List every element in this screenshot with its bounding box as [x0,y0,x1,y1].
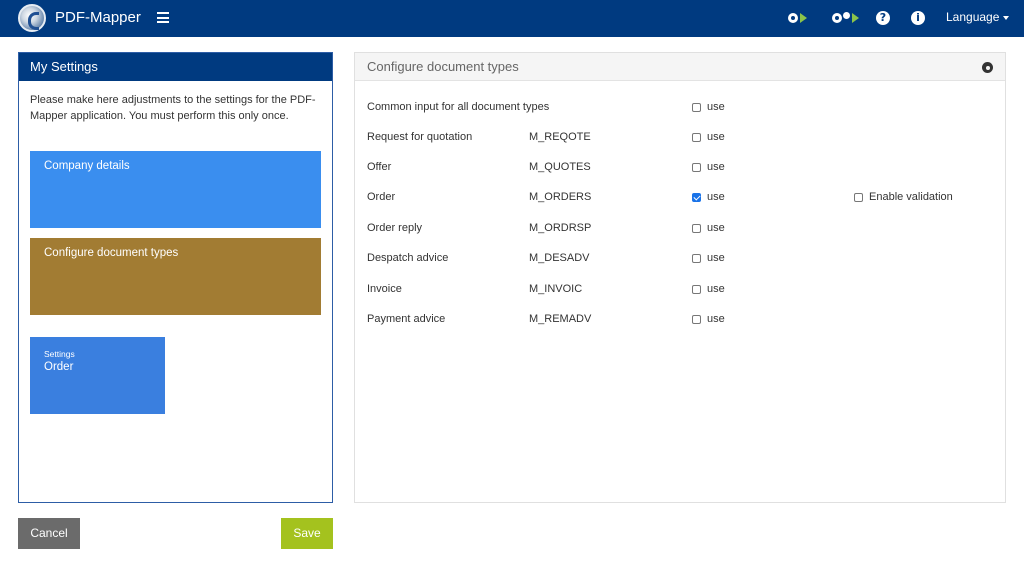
use-checkbox[interactable] [692,163,701,172]
doc-type-row-despatch-advice: Despatch advice M_DESADV use [367,252,997,268]
doc-type-row-offer: Offer M_QUOTES use [367,161,997,177]
doc-type-name: Common input for all document types [367,101,550,113]
use-label: use [707,161,725,173]
use-checkbox[interactable] [692,224,701,233]
save-button[interactable]: Save [281,518,333,549]
use-label: use [707,283,725,295]
doc-type-code: M_DESADV [529,252,590,264]
gear-play-icon[interactable] [788,10,807,26]
doc-type-code: M_REQOTE [529,131,591,143]
my-settings-title: My Settings [19,53,332,81]
app-logo-icon[interactable] [18,4,46,32]
use-label: use [707,313,725,325]
caret-down-icon [1003,15,1010,20]
language-dropdown[interactable]: Language [946,10,1010,24]
doc-type-row-invoice: Invoice M_INVOIC use [367,283,997,299]
use-label: use [707,191,725,203]
doc-type-name: Request for quotation [367,131,473,143]
cancel-button[interactable]: Cancel [18,518,80,549]
configure-document-types-title: Configure document types [355,53,1005,81]
use-label: use [707,252,725,264]
info-icon[interactable]: i [911,10,925,26]
doc-type-row-common: Common input for all document types use [367,101,997,117]
gears-play-icon[interactable] [832,10,859,26]
company-details-tile[interactable]: Company details [30,151,321,228]
use-label: use [707,101,725,113]
enable-validation-label: Enable validation [869,191,953,203]
top-navbar: PDF-Mapper ? i Language [0,0,1024,37]
configure-document-types-label: Configure document types [44,247,179,259]
configure-document-types-panel: Configure document types Common input fo… [354,52,1006,503]
doc-type-row-order-reply: Order reply M_ORDRSP use [367,222,997,238]
doc-type-name: Despatch advice [367,252,449,264]
use-label: use [707,131,725,143]
use-checkbox[interactable] [692,285,701,294]
company-details-label: Company details [44,160,130,172]
use-checkbox[interactable] [692,254,701,263]
app-title[interactable]: PDF-Mapper [55,9,141,26]
doc-type-row-order: Order M_ORDERS use Enable validation [367,191,997,207]
language-label: Language [946,10,1000,24]
settings-gear-icon[interactable] [982,62,993,73]
hamburger-menu-icon[interactable] [157,12,169,23]
use-checkbox[interactable] [692,193,701,202]
doc-type-row-payment-advice: Payment advice M_REMADV use [367,313,997,329]
doc-type-code: M_ORDRSP [529,222,592,234]
settings-tile-caption: Settings [44,349,75,359]
doc-type-code: M_ORDERS [529,191,592,203]
use-checkbox[interactable] [692,103,701,112]
use-checkbox[interactable] [692,133,701,142]
doc-type-name: Order [367,191,396,203]
configure-document-types-tile[interactable]: Configure document types [30,238,321,315]
doc-type-name: Payment advice [367,313,446,325]
settings-intro-text: Please make here adjustments to the sett… [30,94,316,122]
settings-order-tile[interactable]: Settings Order [30,337,165,414]
doc-type-code: M_REMADV [529,313,592,325]
use-label: use [707,222,725,234]
doc-type-row-request-for-quotation: Request for quotation M_REQOTE use [367,131,997,147]
doc-type-code: M_INVOIC [529,283,583,295]
use-checkbox[interactable] [692,315,701,324]
my-settings-panel: My Settings Please make here adjustments… [18,52,333,503]
settings-tile-label: Order [44,361,74,373]
doc-type-name: Offer [367,161,392,173]
doc-type-name: Order reply [367,222,423,234]
enable-validation-checkbox[interactable] [854,193,863,202]
help-icon[interactable]: ? [876,10,890,26]
doc-type-code: M_QUOTES [529,161,591,173]
doc-type-name: Invoice [367,283,402,295]
